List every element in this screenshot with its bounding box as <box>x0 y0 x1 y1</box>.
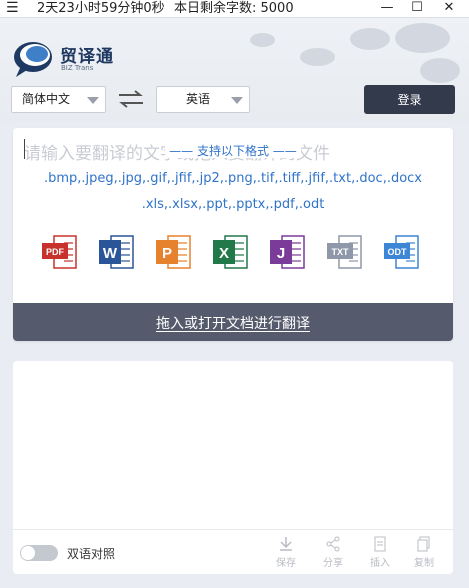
svg-text:J: J <box>277 245 285 262</box>
source-language-select[interactable]: 简体中文 <box>11 86 106 113</box>
bilingual-label: 双语对照 <box>67 547 116 561</box>
odt-icon: ODT <box>384 235 419 269</box>
svg-text:P: P <box>162 245 172 262</box>
file-type-icons: PDF W P X J TXT ODT <box>40 232 440 272</box>
minimize-icon[interactable]: — <box>376 0 398 17</box>
remaining-time: 2天23小时59分钟0秒 <box>37 1 165 16</box>
hamburger-menu-icon[interactable]: ☰ <box>6 0 19 16</box>
svg-text:ODT: ODT <box>388 247 408 257</box>
word-icon: W <box>99 235 134 269</box>
download-icon <box>280 537 292 551</box>
supported-formats-list-2: .xls,.xlsx,.ppt,.pptx,.pdf,.odt <box>141 197 325 212</box>
svg-text:W: W <box>103 245 118 262</box>
svg-text:TXT: TXT <box>332 247 350 257</box>
svg-text:PDF: PDF <box>46 247 65 257</box>
save-button[interactable]: 保存 <box>269 536 303 569</box>
source-input-area[interactable]: 请输入要翻译的文字或拖入要翻译的文件 —— 支持以下格式 —— .bmp,.jp… <box>13 128 453 341</box>
target-language-value: 英语 <box>185 92 210 106</box>
close-icon[interactable]: ✕ <box>438 0 460 17</box>
svg-text:X: X <box>219 245 229 262</box>
txt-icon: TXT <box>327 235 362 269</box>
biz-trans-logo-icon <box>14 42 52 77</box>
excel-icon: X <box>213 235 248 269</box>
supported-formats-list-1: .bmp,.jpeg,.jpg,.gif,.jfif,.jp2,.png,.ti… <box>43 171 422 186</box>
login-button[interactable]: 登录 <box>364 85 455 114</box>
swap-languages-icon[interactable] <box>116 89 146 109</box>
open-document-button[interactable]: 拖入或打开文档进行翻译 <box>13 303 453 341</box>
bilingual-toggle[interactable] <box>20 545 58 561</box>
chevron-down-icon <box>231 97 243 104</box>
insert-button[interactable]: 插入 <box>363 536 397 569</box>
copy-button[interactable]: 复制 <box>407 536 441 569</box>
chevron-down-icon <box>87 97 99 104</box>
share-button[interactable]: 分享 <box>316 536 350 569</box>
target-language-select[interactable]: 英语 <box>156 86 250 113</box>
maximize-icon[interactable]: ☐ <box>406 0 428 17</box>
copy-icon <box>417 536 430 552</box>
translation-output-area[interactable]: 双语对照 保存 分享 插入 复制 <box>13 361 453 574</box>
onenote-icon: J <box>270 235 305 269</box>
remaining-word-quota: 本日剩余字数: 5000 <box>174 1 294 16</box>
powerpoint-icon: P <box>156 235 191 269</box>
brand-subtitle: BIZ Trans <box>61 64 94 72</box>
output-toolbar: 双语对照 保存 分享 插入 复制 <box>13 529 453 574</box>
insert-icon <box>374 536 386 552</box>
pdf-icon: PDF <box>42 235 77 269</box>
supported-formats-title: —— 支持以下格式 —— <box>13 142 453 159</box>
title-bar: ☰ 2天23小时59分钟0秒 本日剩余字数: 5000 — ☐ ✕ <box>0 0 469 18</box>
share-icon <box>326 536 340 552</box>
source-language-value: 简体中文 <box>22 92 71 106</box>
open-document-label: 拖入或打开文档进行翻译 <box>156 316 310 332</box>
